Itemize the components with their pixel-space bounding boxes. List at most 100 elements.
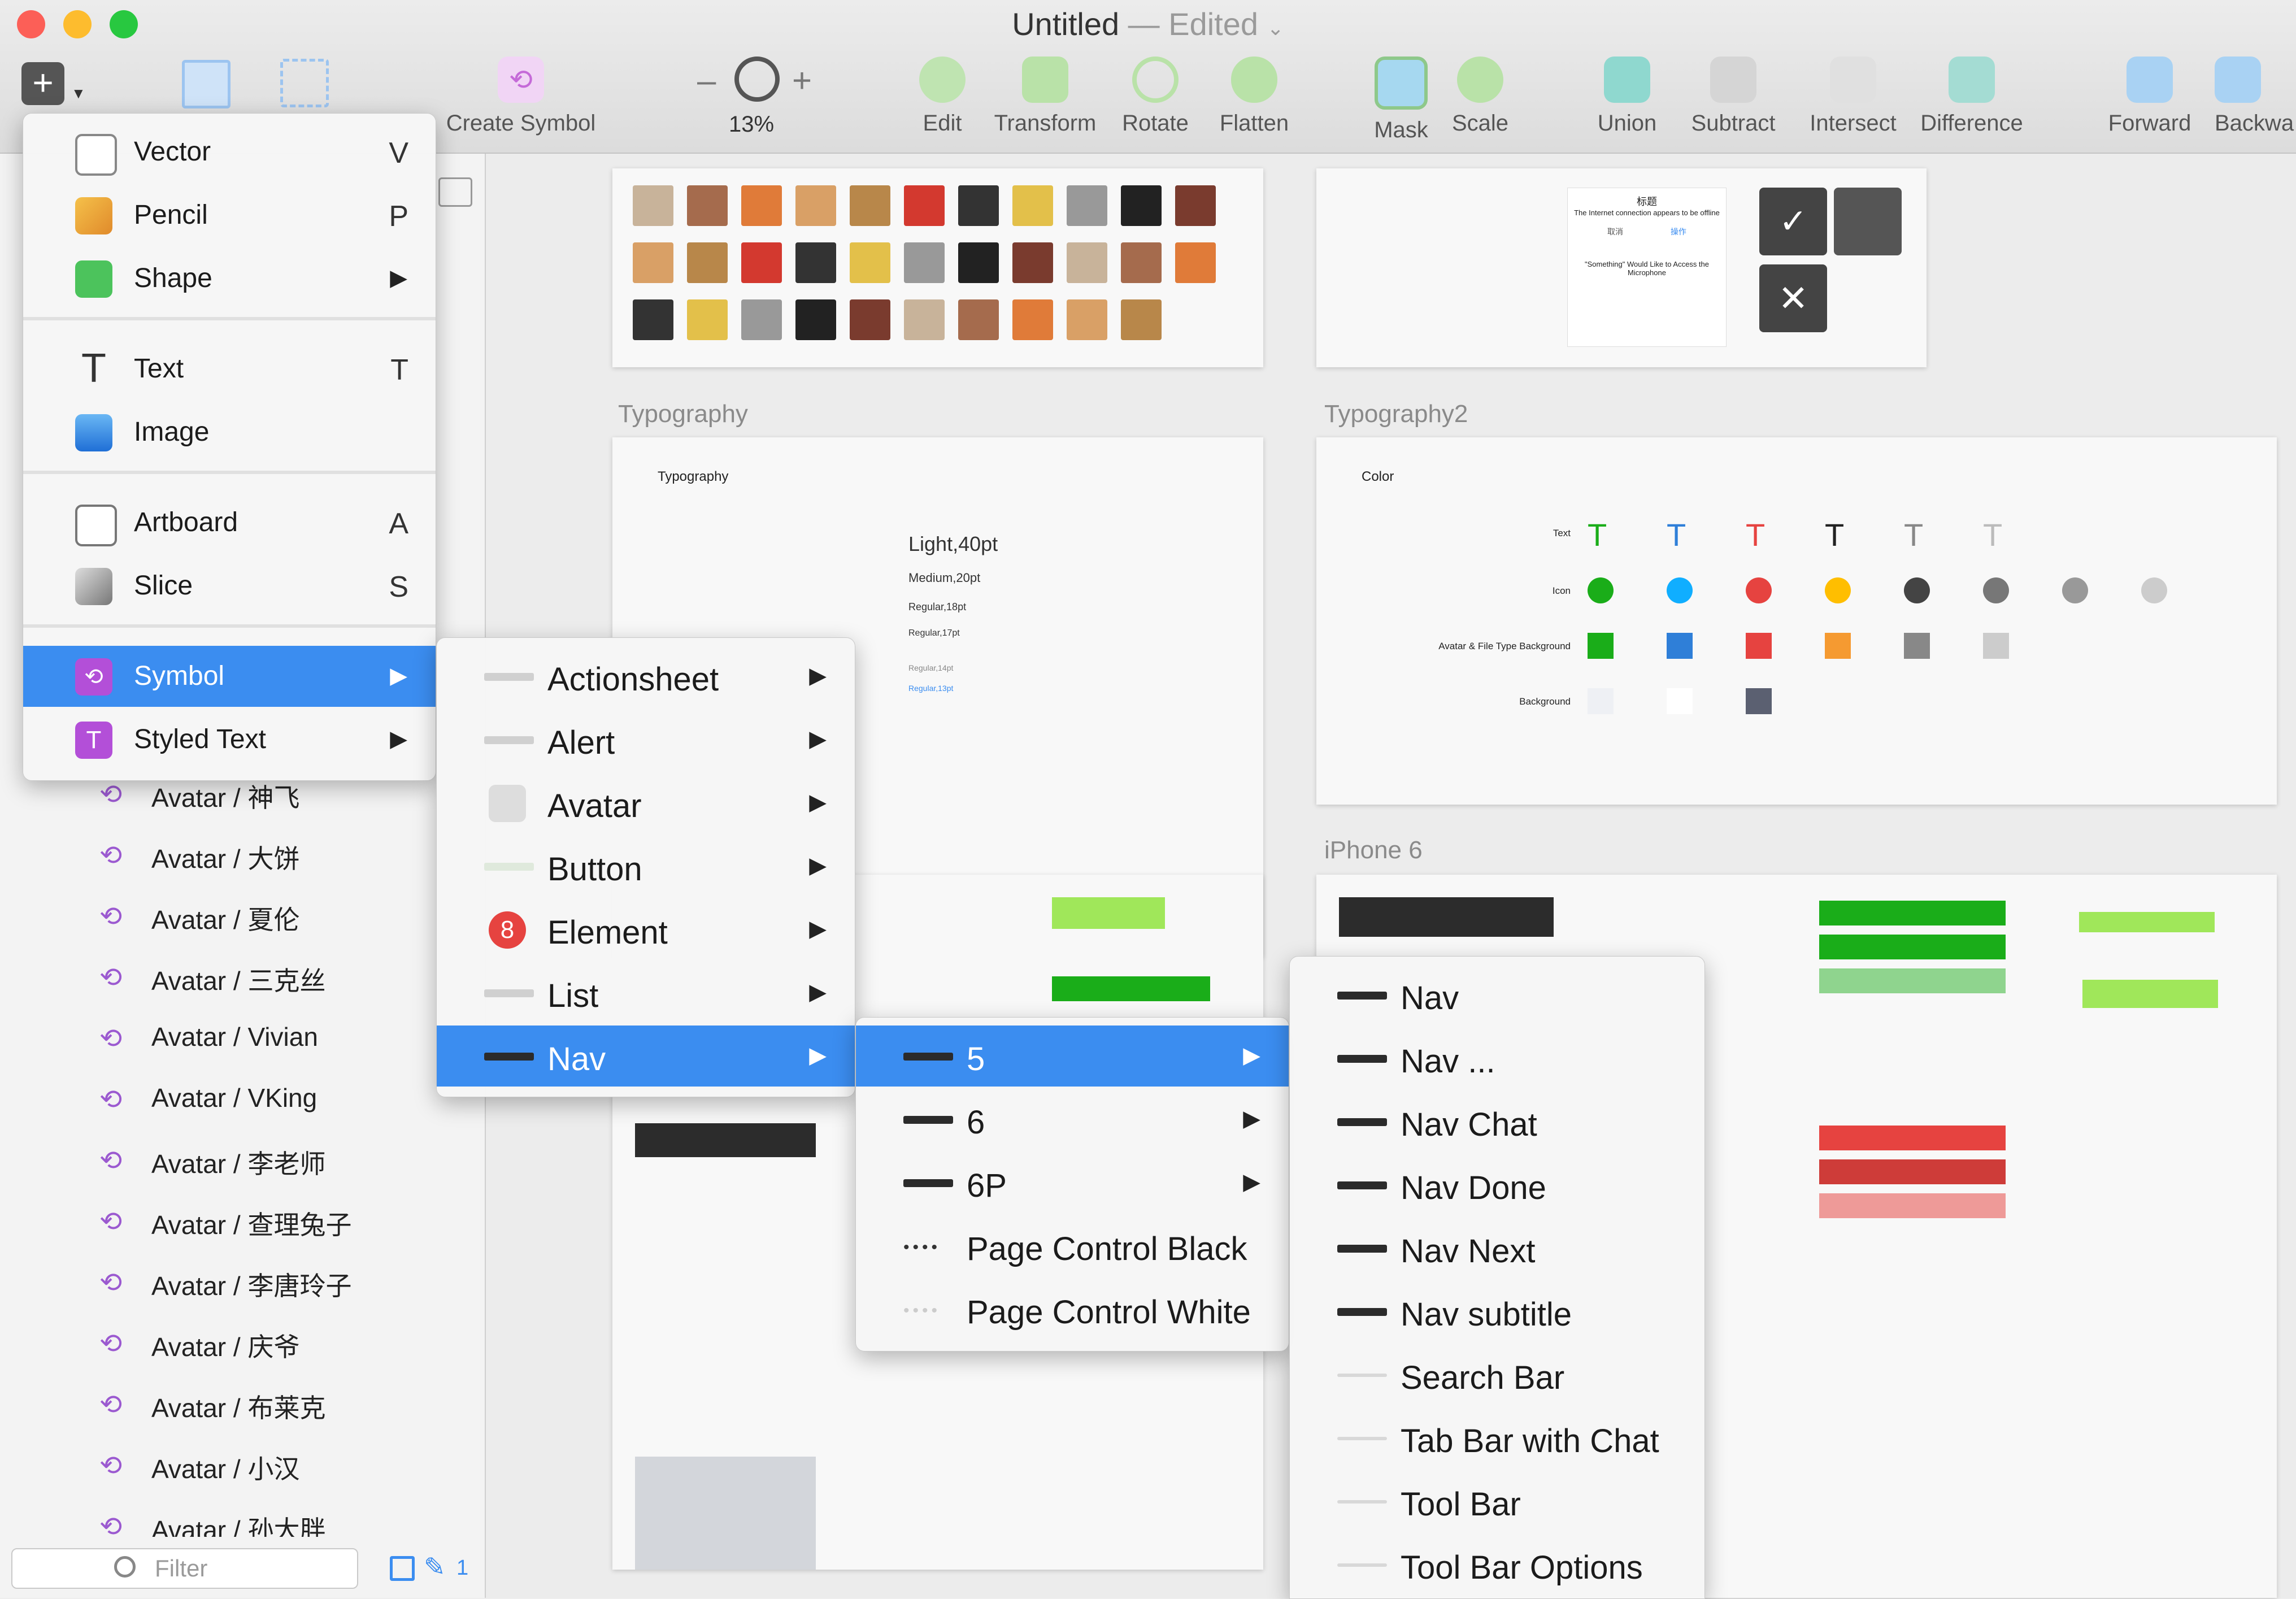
filter-placeholder: Filter — [155, 1555, 208, 1581]
menu-item-alert[interactable]: Alert ▶ — [437, 709, 855, 770]
menu-item-nav5-9[interactable]: Tool Bar Options — [1290, 1534, 1704, 1595]
alert-thumb-icon — [484, 736, 534, 744]
layer-row[interactable]: ⟲ Avatar / 大饼 — [0, 824, 484, 885]
menu-item-nav-6p[interactable]: 6P ▶ — [856, 1152, 1289, 1213]
menu-item-image[interactable]: Image — [23, 402, 436, 463]
submenu-arrow-icon: ▶ — [809, 853, 827, 878]
nav-thumb-icon — [1337, 1374, 1387, 1377]
ungroup-icon[interactable] — [280, 59, 329, 107]
collapse-icon[interactable] — [438, 177, 472, 207]
menu-item-nav5-5[interactable]: Nav subtitle — [1290, 1281, 1704, 1342]
menu-item-slice[interactable]: Slice S — [23, 555, 436, 616]
layer-row[interactable]: ⟲ Avatar / Vivian — [0, 1007, 484, 1068]
menu-item-nav5-3[interactable]: Nav Done — [1290, 1154, 1704, 1215]
layer-row[interactable]: ⟲ Avatar / VKing — [0, 1068, 484, 1129]
menu-item-avatar[interactable]: Avatar ▶ — [437, 772, 855, 833]
menu-item-text[interactable]: T Text T — [23, 338, 436, 399]
edited-filter-icon[interactable]: ✎ — [424, 1552, 446, 1582]
menu-item-nav5-1[interactable]: Nav ... — [1290, 1028, 1704, 1089]
artboard-label-typography2[interactable]: Typography2 — [1324, 400, 1468, 428]
create-symbol-button[interactable]: ⟲ Create Symbol — [430, 57, 611, 136]
union-button[interactable]: Union — [1582, 57, 1672, 136]
zoom-out-button[interactable]: – — [697, 61, 716, 100]
submenu-arrow-icon: ▶ — [809, 980, 827, 1005]
submenu-arrow-icon: ▶ — [390, 663, 407, 688]
menu-item-nav-5[interactable]: 5 ▶ — [856, 1026, 1289, 1087]
menu-item-nav5-4[interactable]: Nav Next — [1290, 1218, 1704, 1279]
insert-dropdown-icon[interactable]: ▼ — [71, 85, 86, 102]
menu-item-artboard[interactable]: Artboard A — [23, 492, 436, 553]
layer-row[interactable]: ⟲ Avatar / 三克丝 — [0, 946, 484, 1007]
menu-item-nav5-6[interactable]: Search Bar — [1290, 1344, 1704, 1405]
rotate-button[interactable]: Rotate — [1107, 57, 1203, 136]
menu-separator — [23, 624, 436, 628]
forward-button[interactable]: Forward — [2096, 57, 2203, 136]
menu-item-button[interactable]: Button ▶ — [437, 836, 855, 897]
menu-item-page-control-black[interactable]: •••• Page Control Black — [856, 1215, 1289, 1276]
styled-text-icon: T — [75, 722, 112, 759]
menu-item-symbol[interactable]: ⟲ Symbol ▶ — [23, 646, 436, 707]
avatar-thumbnail — [1121, 185, 1162, 226]
difference-button[interactable]: Difference — [1898, 57, 2045, 136]
subtract-button[interactable]: Subtract — [1671, 57, 1795, 136]
chat-bubble-preview — [2082, 980, 2218, 1008]
submenu-arrow-icon: ▶ — [809, 663, 827, 688]
menu-item-nav5-7[interactable]: Tab Bar with Chat — [1290, 1407, 1704, 1468]
alert-title: 标题 — [1637, 196, 1657, 207]
color-swatch — [1588, 688, 1614, 714]
menu-item-nav5-2[interactable]: Nav Chat — [1290, 1091, 1704, 1152]
flatten-button[interactable]: Flatten — [1203, 57, 1305, 136]
nav5-submenu: Nav Nav ... Nav Chat Nav Done Nav Next Nav su… — [1289, 956, 1705, 1599]
menu-item-element[interactable]: 8 Element ▶ — [437, 899, 855, 960]
insert-button[interactable]: + — [21, 62, 64, 105]
page-dots-icon: •••• — [903, 1238, 941, 1257]
transform-button[interactable]: Transform — [983, 57, 1107, 136]
menu-item-nav-6[interactable]: 6 ▶ — [856, 1089, 1289, 1150]
layer-row[interactable]: ⟲ Avatar / 庆爷 — [0, 1312, 484, 1373]
filter-field[interactable]: Filter — [11, 1548, 358, 1589]
menu-item-styled-text[interactable]: T Styled Text ▶ — [23, 709, 436, 770]
avatar-thumbnail — [1067, 299, 1107, 340]
menu-item-pencil[interactable]: Pencil P — [23, 185, 436, 246]
menu-item-actionsheet[interactable]: Actionsheet ▶ — [437, 646, 855, 707]
nav-thumb-icon — [1337, 1181, 1387, 1189]
zoom-in-button[interactable]: + — [792, 61, 812, 100]
alert-mic-message: "Something" Would Like to Access the Mic… — [1585, 260, 1709, 277]
artboard-label-typography[interactable]: Typography — [618, 400, 748, 428]
layer-row[interactable]: ⟲ Avatar / 布莱克 — [0, 1373, 484, 1434]
backward-button[interactable]: Backwa — [2215, 57, 2296, 136]
layer-row[interactable]: ⟲ Avatar / 夏伦 — [0, 885, 484, 946]
menu-item-vector[interactable]: Vector V — [23, 121, 436, 183]
group-icon[interactable] — [182, 60, 231, 108]
layer-row[interactable]: ⟲ Avatar / 孙大胖 — [0, 1495, 484, 1537]
artboard-avatars[interactable] — [612, 168, 1263, 367]
color-heading: Color — [1362, 469, 1394, 484]
nav-bar-preview — [635, 1123, 816, 1157]
menu-item-nav5-8[interactable]: Tool Bar — [1290, 1471, 1704, 1532]
artboard-label-iphone6[interactable]: iPhone 6 — [1324, 836, 1423, 864]
edit-button[interactable]: Edit — [892, 57, 993, 136]
menu-item-nav[interactable]: Nav ▶ — [437, 1026, 855, 1087]
layer-row[interactable]: ⟲ Avatar / 小汉 — [0, 1434, 484, 1495]
layer-row[interactable]: ⟲ Avatar / 查理兔子 — [0, 1190, 484, 1251]
color-swatch — [1588, 633, 1614, 659]
shortcut: S — [389, 571, 408, 603]
menu-item-nav5-0[interactable]: Nav — [1290, 964, 1704, 1026]
edited-status[interactable]: Edited — [1168, 6, 1258, 42]
symbol-icon: ⟲ — [99, 1146, 123, 1176]
scale-button[interactable]: Scale — [1435, 57, 1525, 136]
symbol-icon: ⟲ — [99, 1207, 123, 1237]
artboard-alerts[interactable]: 标题 The Internet connection appears to be… — [1316, 168, 1927, 367]
symbols-filter-icon[interactable] — [390, 1556, 415, 1581]
menu-item-list[interactable]: List ▶ — [437, 962, 855, 1023]
avatar-thumbnail — [795, 242, 836, 283]
nav-thumb-icon — [1337, 1437, 1387, 1440]
chevron-down-icon[interactable]: ⌄ — [1267, 16, 1284, 40]
nav-thumb-icon — [1337, 1500, 1387, 1504]
nav-thumb-icon — [1337, 1563, 1387, 1567]
menu-item-page-control-white[interactable]: •••• Page Control White — [856, 1279, 1289, 1340]
layer-row[interactable]: ⟲ Avatar / 李老师 — [0, 1129, 484, 1190]
menu-item-shape[interactable]: Shape ▶ — [23, 248, 436, 309]
artboard-typography2[interactable]: Color Text Icon Avatar & File Type Backg… — [1316, 437, 2277, 805]
layer-row[interactable]: ⟲ Avatar / 李唐玲子 — [0, 1251, 484, 1312]
